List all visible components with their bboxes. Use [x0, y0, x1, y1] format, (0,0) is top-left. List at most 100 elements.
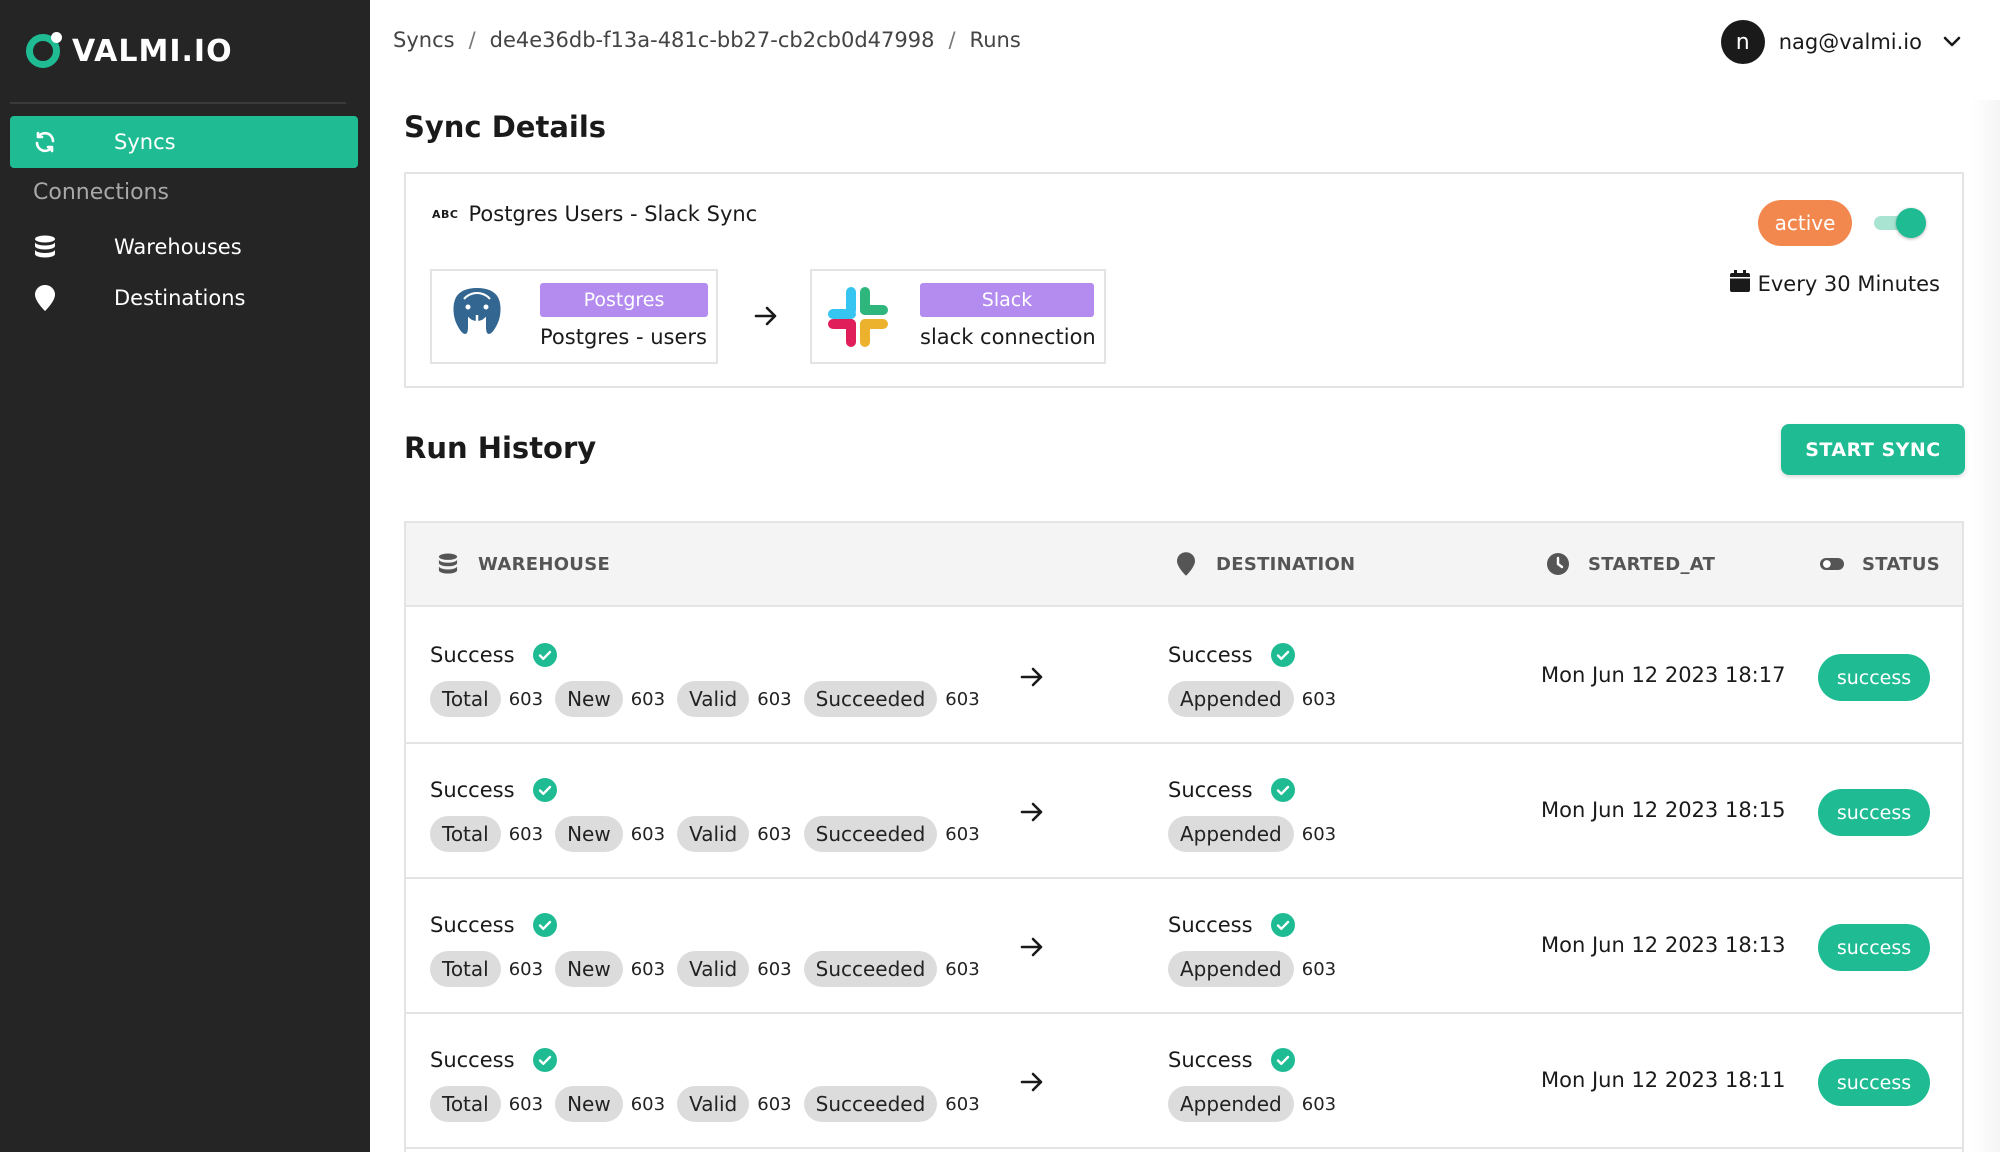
started-at-value: Mon Jun 12 2023 18:17	[1541, 663, 1786, 687]
stat-value-appended: 603	[1301, 688, 1337, 710]
warehouse-status-text: Success	[430, 913, 515, 937]
postgres-elephant-icon	[444, 283, 510, 355]
check-circle-icon	[1270, 643, 1295, 667]
stat-value-new: 603	[630, 823, 666, 845]
stat-chip-valid: Valid	[677, 816, 750, 852]
breadcrumb-current: Runs	[969, 28, 1021, 52]
table-row[interactable]: Success Total 603 New 603 Valid 603 Succ…	[406, 1014, 1962, 1149]
warehouse-status-text: Success	[430, 778, 515, 802]
check-circle-icon	[1270, 1048, 1295, 1072]
sync-status-badge: active	[1758, 200, 1852, 246]
check-circle-icon	[532, 778, 557, 802]
started-at-value: Mon Jun 12 2023 18:15	[1541, 798, 1786, 822]
stat-chip-valid: Valid	[677, 1086, 750, 1122]
map-pin-icon	[32, 285, 58, 311]
check-circle-icon	[1270, 778, 1295, 802]
stat-value-appended: 603	[1301, 1093, 1337, 1115]
stat-value-total: 603	[508, 958, 544, 980]
warehouse-status: Success	[430, 913, 557, 937]
start-sync-button[interactable]: START SYNC	[1781, 424, 1965, 475]
slack-logo-icon	[824, 283, 892, 355]
destination-status-text: Success	[1168, 1048, 1253, 1072]
sidebar-divider	[10, 102, 346, 104]
table-row[interactable]: Success Total 603 New 603 Valid 603 Succ…	[406, 744, 1962, 879]
arrow-right-icon	[1020, 1072, 1043, 1092]
stat-chip-appended: Appended	[1168, 1086, 1294, 1122]
warehouse-status-text: Success	[430, 1048, 515, 1072]
calendar-icon	[1729, 270, 1750, 297]
column-header-destination: DESTINATION	[1174, 552, 1355, 576]
breadcrumb-syncs-link[interactable]: Syncs	[393, 28, 455, 52]
stat-chip-appended: Appended	[1168, 951, 1294, 987]
stat-value-appended: 603	[1301, 823, 1337, 845]
warehouse-stats: Total 603 New 603 Valid 603 Succeeded 60…	[430, 681, 992, 717]
destination-status: Success	[1168, 778, 1295, 802]
stat-value-appended: 603	[1301, 958, 1337, 980]
sidebar-item-warehouses[interactable]: Warehouses	[10, 221, 358, 273]
stat-chip-total: Total	[430, 1086, 501, 1122]
warehouse-status-text: Success	[430, 643, 515, 667]
destination-status: Success	[1168, 643, 1295, 667]
warehouse-status: Success	[430, 778, 557, 802]
toggle-knob	[1896, 208, 1926, 238]
check-circle-icon	[1270, 913, 1295, 937]
database-icon	[32, 234, 58, 260]
clock-icon	[1546, 552, 1570, 576]
stat-chip-new: New	[555, 816, 623, 852]
stat-value-new: 603	[630, 958, 666, 980]
column-header-status: STATUS	[1820, 552, 1940, 576]
stat-chip-succeeded: Succeeded	[803, 951, 938, 987]
column-header-label: DESTINATION	[1216, 553, 1356, 575]
logo-text: VALMI.IO	[72, 33, 233, 69]
destination-type-badge: Slack	[920, 283, 1094, 317]
column-header-started-at: STARTED_AT	[1546, 552, 1715, 576]
warehouse-status: Success	[430, 643, 557, 667]
destination-stats: Appended 603	[1168, 681, 1348, 717]
schedule-text: Every 30 Minutes	[1757, 271, 1940, 296]
sidebar-item-label: Warehouses	[114, 235, 242, 259]
run-status-badge: success	[1818, 1059, 1930, 1106]
column-header-label: STARTED_AT	[1588, 553, 1716, 575]
breadcrumb-separator: /	[468, 28, 476, 52]
arrow-right-icon	[1020, 667, 1043, 687]
breadcrumb-separator: /	[948, 28, 956, 52]
table-row[interactable]: Success Total 603 New 603 Valid 603 Succ…	[406, 879, 1962, 1014]
sidebar-item-destinations[interactable]: Destinations	[10, 272, 358, 324]
arrow-right-icon	[754, 306, 777, 326]
started-at-value: Mon Jun 12 2023 18:11	[1541, 1068, 1786, 1092]
destination-stats: Appended 603	[1168, 816, 1348, 852]
warehouse-stats: Total 603 New 603 Valid 603 Succeeded 60…	[430, 816, 992, 852]
map-pin-icon	[1174, 552, 1198, 576]
stat-value-total: 603	[508, 1093, 544, 1115]
stat-value-valid: 603	[757, 1093, 792, 1115]
sync-enabled-toggle[interactable]	[1874, 208, 1926, 238]
source-type-badge: Postgres	[540, 283, 708, 317]
stat-value-total: 603	[508, 823, 544, 845]
warehouse-stats: Total 603 New 603 Valid 603 Succeeded 60…	[430, 951, 992, 987]
column-header-label: WAREHOUSE	[478, 553, 611, 575]
destination-connection-card[interactable]: Slack slack connection	[810, 269, 1106, 364]
source-connection-card[interactable]: Postgres Postgres - users	[430, 269, 718, 364]
refresh-icon	[32, 129, 58, 155]
arrow-right-icon	[1020, 937, 1043, 957]
avatar[interactable]: n	[1720, 20, 1765, 64]
user-menu[interactable]: n nag@valmi.io	[1720, 20, 1962, 64]
destination-status: Success	[1168, 913, 1295, 937]
stat-value-valid: 603	[757, 688, 792, 710]
breadcrumb: Syncs / de4e36db-f13a-481c-bb27-cb2cb0d4…	[393, 28, 1021, 52]
breadcrumb-sync-id-link[interactable]: de4e36db-f13a-481c-bb27-cb2cb0d47998	[490, 28, 935, 52]
valmi-logo[interactable]: VALMI.IO	[26, 32, 233, 70]
destination-status-text: Success	[1168, 643, 1253, 667]
scroll-edge-shadow	[1970, 100, 2000, 1152]
stat-chip-total: Total	[430, 816, 501, 852]
destination-stats: Appended 603	[1168, 951, 1348, 987]
user-email[interactable]: nag@valmi.io	[1779, 30, 1922, 54]
sidebar-item-syncs[interactable]: Syncs	[10, 116, 358, 168]
chevron-down-icon[interactable]	[1942, 32, 1962, 52]
warehouse-stats: Total 603 New 603 Valid 603 Succeeded 60…	[430, 1086, 992, 1122]
sync-details-card: ABC Postgres Users - Slack Sync Postgres…	[404, 172, 1964, 388]
stat-value-valid: 603	[757, 958, 792, 980]
sync-details-heading: Sync Details	[404, 110, 607, 144]
table-row[interactable]: Success Total 603 New 603 Valid 603 Succ…	[406, 609, 1962, 744]
check-circle-icon	[532, 643, 557, 667]
